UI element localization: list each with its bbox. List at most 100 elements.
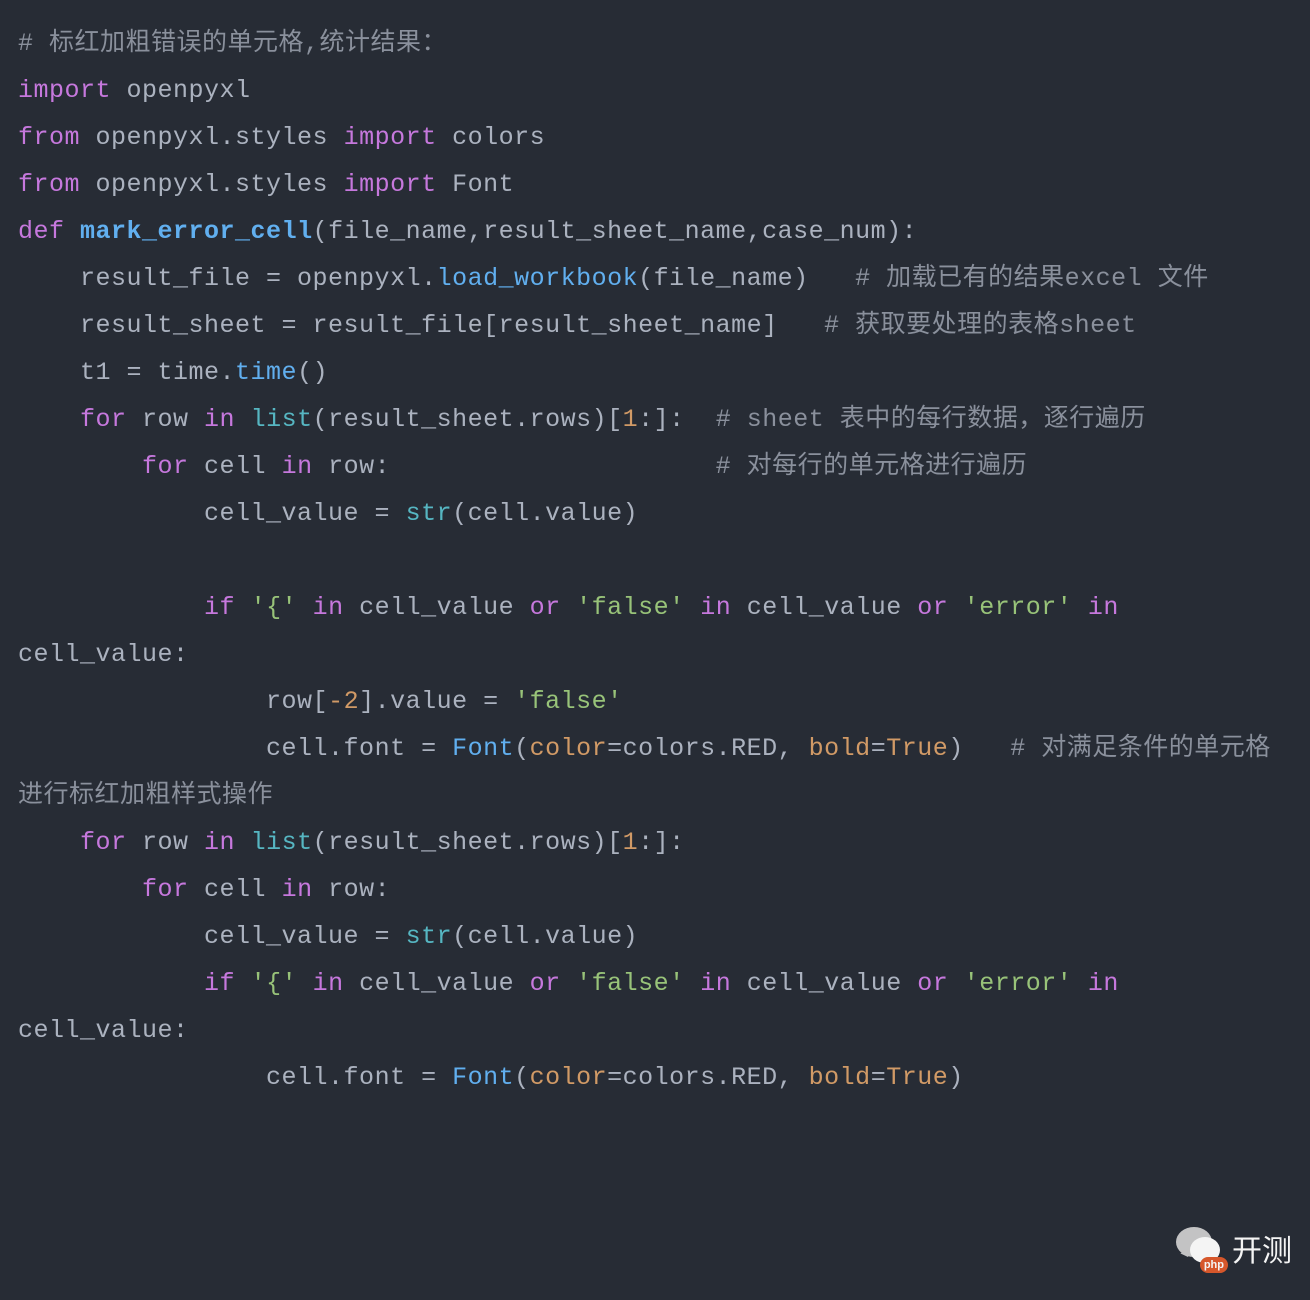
code-token: in: [282, 875, 313, 904]
code-token: 'error': [964, 593, 1073, 622]
code-token: or: [530, 593, 561, 622]
code-token: [18, 405, 80, 434]
code-token: :]:: [638, 828, 685, 857]
code-token: 1: [623, 405, 639, 434]
code-token: mark_error_cell: [80, 217, 313, 246]
code-token: load_workbook: [437, 264, 639, 293]
code-token: :]:: [638, 405, 716, 434]
code-token: color: [530, 734, 608, 763]
code-token: ): [948, 734, 1010, 763]
code-token: # 标红加粗错误的单元格,统计结果：: [18, 29, 447, 58]
code-token: cell_value =: [18, 922, 406, 951]
code-token: in: [204, 828, 235, 857]
code-token: 'false': [576, 969, 685, 998]
code-token: str: [406, 499, 453, 528]
code-token: in: [700, 969, 731, 998]
code-token: bold: [809, 1063, 871, 1092]
code-token: [948, 593, 964, 622]
code-token: color: [530, 1063, 608, 1092]
code-token: [948, 969, 964, 998]
code-token: # 对每行的单元格进行遍历: [716, 452, 1028, 481]
code-token: cell_value: [731, 593, 917, 622]
code-token: (result_sheet.rows)[: [313, 405, 623, 434]
code-token: row: [127, 828, 205, 857]
code-token: colors: [437, 123, 546, 152]
code-token: in: [1088, 593, 1119, 622]
code-token: '{': [251, 593, 298, 622]
code-token: Font: [437, 170, 515, 199]
code-token: [18, 593, 204, 622]
code-token: =colors.RED,: [607, 1063, 809, 1092]
code-token: for: [142, 875, 189, 904]
code-token: from: [18, 170, 80, 199]
code-token: ): [948, 1063, 964, 1092]
code-token: [297, 969, 313, 998]
chat-bubbles-icon: php: [1172, 1227, 1222, 1269]
code-token: t1 = time.: [18, 358, 235, 387]
code-token: 'error': [964, 969, 1073, 998]
code-token: (result_sheet.rows)[: [313, 828, 623, 857]
code-token: (: [514, 1063, 530, 1092]
code-token: [685, 969, 701, 998]
code-token: or: [530, 969, 561, 998]
code-token: in: [1088, 969, 1119, 998]
code-block: # 标红加粗错误的单元格,统计结果： import openpyxl from …: [0, 0, 1310, 1121]
code-token: [235, 828, 251, 857]
php-badge: php: [1200, 1257, 1228, 1273]
code-token: [18, 452, 142, 481]
code-token: [297, 593, 313, 622]
code-token: result_sheet = result_file[result_sheet_…: [18, 311, 824, 340]
code-token: list: [251, 405, 313, 434]
code-token: cell.font =: [18, 734, 452, 763]
code-token: (cell.value): [452, 922, 638, 951]
code-token: # sheet 表中的每行数据，逐行遍历: [716, 405, 1146, 434]
code-token: or: [917, 593, 948, 622]
code-token: for: [142, 452, 189, 481]
code-token: Font: [452, 1063, 514, 1092]
code-token: in: [700, 593, 731, 622]
code-token: openpyxl.styles: [80, 123, 344, 152]
code-token: 'false': [576, 593, 685, 622]
code-token: # 加载已有的结果excel 文件: [855, 264, 1209, 293]
code-token: [18, 875, 142, 904]
code-token: in: [204, 405, 235, 434]
code-token: Font: [452, 734, 514, 763]
code-token: from: [18, 123, 80, 152]
code-token: [1072, 969, 1088, 998]
code-token: if: [204, 593, 235, 622]
code-token: '{': [251, 969, 298, 998]
code-token: row:: [313, 452, 716, 481]
code-token: row[: [18, 687, 328, 716]
code-token: =: [871, 734, 887, 763]
code-token: (file_name): [638, 264, 855, 293]
code-token: openpyxl: [111, 76, 251, 105]
code-token: in: [313, 593, 344, 622]
code-token: [1072, 593, 1088, 622]
code-token: cell_value: [731, 969, 917, 998]
code-token: if: [204, 969, 235, 998]
code-token: import: [18, 76, 111, 105]
code-token: [235, 593, 251, 622]
code-token: for: [80, 405, 127, 434]
code-token: [235, 405, 251, 434]
code-token: 1: [623, 828, 639, 857]
code-token: [561, 593, 577, 622]
code-token: cell_value =: [18, 499, 406, 528]
code-token: cell.font =: [18, 1063, 452, 1092]
code-token: [18, 546, 34, 575]
code-token: str: [406, 922, 453, 951]
code-token: or: [917, 969, 948, 998]
code-token: -2: [328, 687, 359, 716]
code-token: bold: [809, 734, 871, 763]
code-token: # 获取要处理的表格sheet: [824, 311, 1137, 340]
code-token: (cell.value): [452, 499, 638, 528]
code-token: row:: [313, 875, 391, 904]
code-token: 'false': [514, 687, 623, 716]
code-token: [561, 969, 577, 998]
code-token: openpyxl.styles: [80, 170, 344, 199]
code-token: [65, 217, 81, 246]
code-token: [18, 828, 80, 857]
code-token: in: [282, 452, 313, 481]
code-token: row: [127, 405, 205, 434]
code-token: cell: [189, 875, 282, 904]
